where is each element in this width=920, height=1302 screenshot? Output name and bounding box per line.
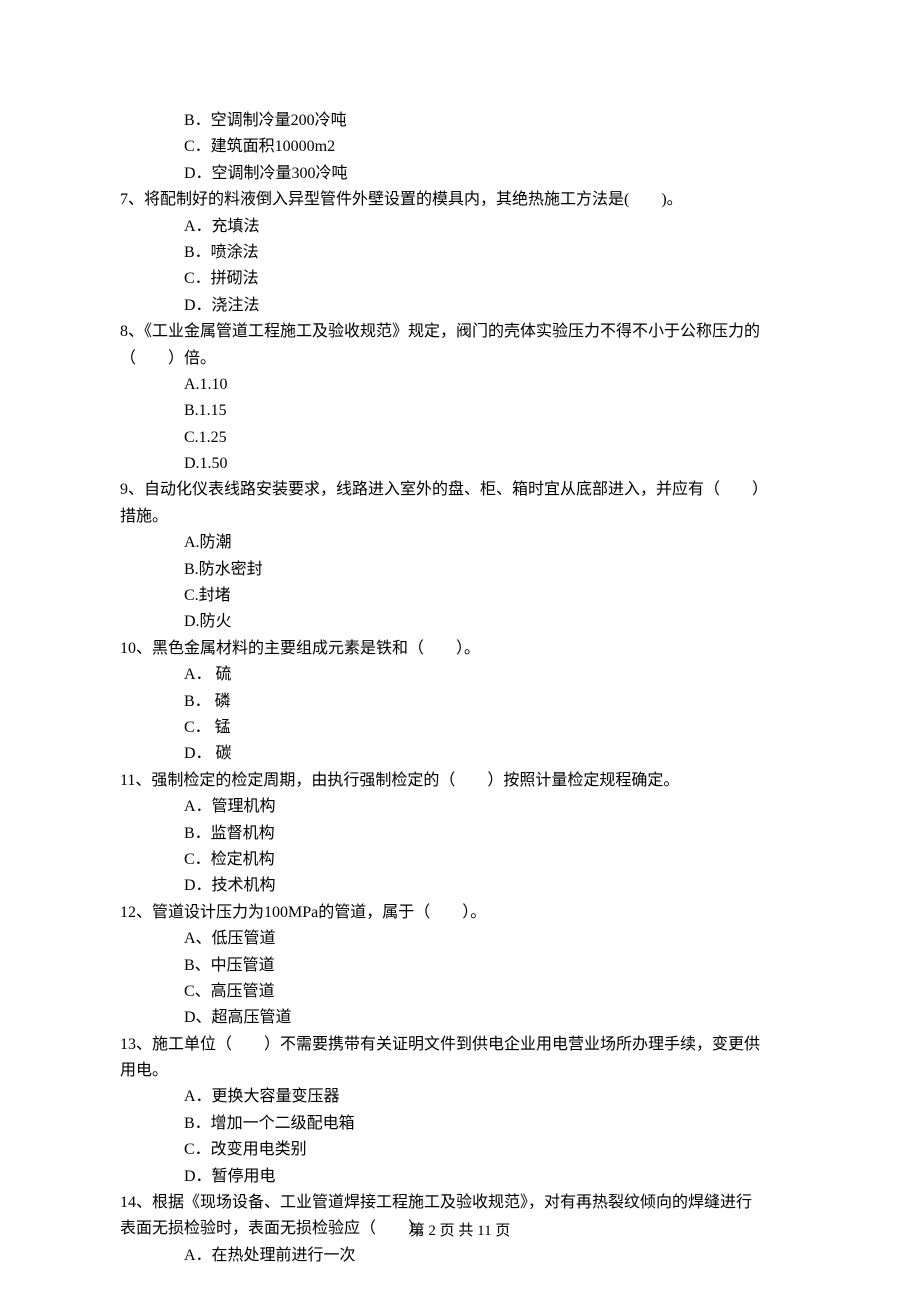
- q13-option-d: D．暂停用电: [184, 1164, 810, 1190]
- q13-option-a: A．更换大容量变压器: [184, 1084, 810, 1110]
- q10-stem: 10、黑色金属材料的主要组成元素是铁和（ ）。: [120, 636, 810, 662]
- q7-stem: 7、将配制好的料液倒入异型管件外壁设置的模具内，其绝热施工方法是( )。: [120, 187, 810, 213]
- q11-stem: 11、强制检定的检定周期，由执行强制检定的（ ）按照计量检定规程确定。: [120, 768, 810, 794]
- q6-options: B．空调制冷量200冷吨 C．建筑面积10000m2 D．空调制冷量300冷吨: [120, 108, 810, 187]
- q6-option-d: D．空调制冷量300冷吨: [184, 161, 810, 187]
- q14-option-a: A．在热处理前进行一次: [184, 1243, 810, 1269]
- q11-option-d: D．技术机构: [184, 873, 810, 899]
- q13-option-c: C．改变用电类别: [184, 1137, 810, 1163]
- q14-options: A．在热处理前进行一次: [120, 1243, 810, 1269]
- q7-option-b: B．喷涂法: [184, 240, 810, 266]
- q9-option-b: B.防水密封: [184, 557, 810, 583]
- q9-options: A.防潮 B.防水密封 C.封堵 D.防火: [120, 530, 810, 636]
- q12-option-b: B、中压管道: [184, 953, 810, 979]
- q12-options: A、低压管道 B、中压管道 C、高压管道 D、超高压管道: [120, 926, 810, 1032]
- q7-option-d: D．浇注法: [184, 293, 810, 319]
- q8-stem-line1: 8、《工业金属管道工程施工及验收规范》规定，阀门的壳体实验压力不得不小于公称压力…: [120, 319, 810, 345]
- q10-option-d: D． 碳: [184, 741, 810, 767]
- q7-options: A．充填法 B．喷涂法 C．拼砌法 D．浇注法: [120, 214, 810, 320]
- q11-option-c: C．检定机构: [184, 847, 810, 873]
- q13-stem-line2: 用电。: [120, 1058, 810, 1084]
- q10-option-c: C． 锰: [184, 715, 810, 741]
- q14-stem-line1: 14、根据《现场设备、工业管道焊接工程施工及验收规范》，对有再热裂纹倾向的焊缝进…: [120, 1190, 810, 1216]
- q13-option-b: B．增加一个二级配电箱: [184, 1111, 810, 1137]
- q8-options: A.1.10 B.1.15 C.1.25 D.1.50: [120, 372, 810, 478]
- q12-option-d: D、超高压管道: [184, 1005, 810, 1031]
- q12-option-a: A、低压管道: [184, 926, 810, 952]
- q13-stem-line1: 13、施工单位（ ）不需要携带有关证明文件到供电企业用电营业场所办理手续，变更供: [120, 1032, 810, 1058]
- q12-stem: 12、管道设计压力为100MPa的管道，属于（ ）。: [120, 900, 810, 926]
- q11-option-a: A．管理机构: [184, 794, 810, 820]
- q11-options: A．管理机构 B．监督机构 C．检定机构 D．技术机构: [120, 794, 810, 900]
- page-footer: 第 2 页 共 11 页: [0, 1219, 920, 1244]
- q9-option-d: D.防火: [184, 609, 810, 635]
- q9-option-c: C.封堵: [184, 583, 810, 609]
- q13-options: A．更换大容量变压器 B．增加一个二级配电箱 C．改变用电类别 D．暂停用电: [120, 1084, 810, 1190]
- q7-option-a: A．充填法: [184, 214, 810, 240]
- q10-option-a: A． 硫: [184, 662, 810, 688]
- q8-option-a: A.1.10: [184, 372, 810, 398]
- q9-stem-line1: 9、自动化仪表线路安装要求，线路进入室外的盘、柜、箱时宜从底部进入，并应有（ ）: [120, 477, 810, 503]
- q10-options: A． 硫 B． 磷 C． 锰 D． 碳: [120, 662, 810, 768]
- q11-option-b: B．监督机构: [184, 821, 810, 847]
- q6-option-b: B．空调制冷量200冷吨: [184, 108, 810, 134]
- document-page: B．空调制冷量200冷吨 C．建筑面积10000m2 D．空调制冷量300冷吨 …: [0, 0, 920, 1302]
- q12-option-c: C、高压管道: [184, 979, 810, 1005]
- q9-stem-line2: 措施。: [120, 504, 810, 530]
- q8-option-d: D.1.50: [184, 451, 810, 477]
- q8-option-b: B.1.15: [184, 398, 810, 424]
- q10-option-b: B． 磷: [184, 689, 810, 715]
- q6-option-c: C．建筑面积10000m2: [184, 134, 810, 160]
- q9-option-a: A.防潮: [184, 530, 810, 556]
- q8-stem-line2: （ ）倍。: [120, 346, 810, 372]
- q8-option-c: C.1.25: [184, 425, 810, 451]
- q7-option-c: C．拼砌法: [184, 266, 810, 292]
